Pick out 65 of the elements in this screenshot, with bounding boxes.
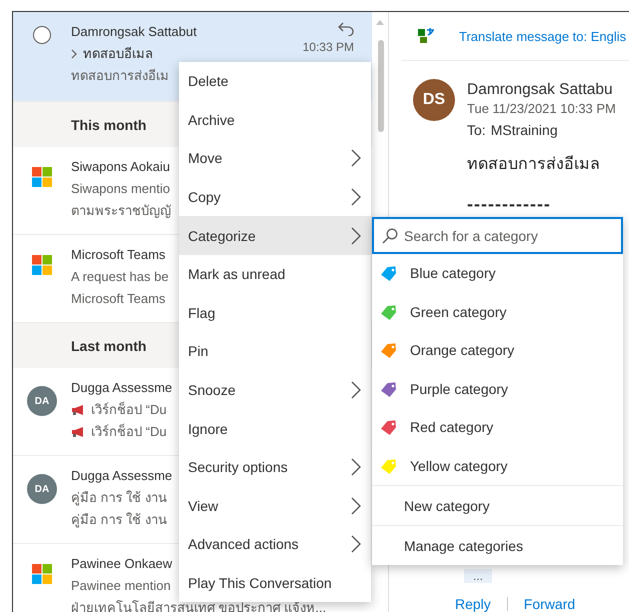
more-button[interactable]: ...	[464, 569, 492, 583]
sender-name: Pawinee Onkaew	[71, 555, 172, 573]
chevron-right-icon	[71, 48, 77, 58]
sender-name: Damrongsak Sattabut	[71, 23, 197, 41]
message-preview: Microsoft Teams	[71, 290, 166, 308]
sender-name: Microsoft Teams	[71, 246, 166, 264]
windows-logo-icon	[32, 255, 52, 275]
sender-name: Damrongsak Sattabu	[467, 80, 614, 100]
search-input[interactable]: Search for a category	[404, 228, 604, 244]
message-preview: เวิร์กช็อป “Du	[91, 422, 167, 441]
menu-item[interactable]: Copy	[179, 178, 371, 216]
menu-item[interactable]: Advanced actions	[179, 525, 371, 564]
message-preview: ทดสอบการส่งอีเม	[71, 67, 169, 85]
category-item[interactable]: Purple category	[372, 370, 623, 408]
menu-item[interactable]: New category	[372, 485, 623, 525]
category-name: Blue category	[410, 265, 496, 282]
windows-logo-icon	[32, 167, 52, 187]
menu-item[interactable]: View	[179, 486, 371, 526]
message-body: ทดสอบการส่งอีเมล	[467, 154, 601, 175]
category-name: Purple category	[410, 380, 508, 397]
menu-item[interactable]: Categorize	[179, 216, 371, 255]
menu-item[interactable]: Archive	[179, 100, 371, 140]
category-item[interactable]: Yellow category	[372, 446, 623, 485]
menu-item[interactable]: Manage categories	[372, 525, 623, 565]
sender-name: Dugga Assessme	[71, 467, 172, 485]
windows-logo-icon	[32, 564, 52, 584]
message-body: ------------	[467, 194, 552, 215]
menu-item[interactable]: Security options	[179, 448, 371, 487]
message-preview: เวิร์กช็อป “Du	[91, 400, 167, 419]
category-item[interactable]: Orange category	[372, 331, 623, 370]
menu-item[interactable]: Ignore	[179, 409, 371, 448]
category-item[interactable]: Blue category	[372, 254, 623, 292]
message-time: 10:33 PM	[302, 40, 354, 54]
category-name: Green category	[410, 304, 506, 320]
sender-avatar: DA	[27, 386, 57, 416]
message-preview: คู่มือ การ ใช้ งาน	[71, 489, 167, 507]
category-search-field[interactable]: Search for a category	[372, 217, 623, 254]
menu-item[interactable]: Mark as unread	[179, 254, 371, 294]
subject: ทดสอบอีเมล	[83, 45, 153, 63]
message-preview: ตามพระราชบัญญั	[71, 202, 171, 220]
search-icon	[382, 228, 398, 244]
category-item[interactable]: Green category	[372, 292, 623, 331]
menu-item[interactable]: Delete	[179, 62, 371, 101]
category-name: Orange category	[410, 342, 514, 358]
message-preview: Siwapons mentio	[71, 180, 170, 198]
sender-avatar: DS	[413, 79, 455, 121]
message-preview: A request has be	[71, 268, 169, 286]
select-radio[interactable]	[33, 26, 51, 44]
action-link[interactable]: Reply	[455, 597, 508, 611]
sender-name: Dugga Assessme	[71, 379, 172, 397]
category-name: Red category	[410, 419, 494, 436]
message-preview: Pawinee mention	[71, 577, 171, 595]
category-name: Yellow category	[410, 458, 508, 474]
menu-item[interactable]: Pin	[179, 332, 371, 371]
translate-link[interactable]: Translate message to: Englis	[459, 28, 626, 44]
message-date: Tue 11/23/2021 10:33 PM	[467, 101, 616, 116]
menu-item[interactable]: Snooze	[179, 370, 371, 410]
to-label: To:	[467, 122, 486, 138]
sender-name: Siwapons Aokaiu	[71, 158, 170, 176]
message-preview: คู่มือ การ ใช้ งาน	[71, 511, 167, 529]
action-link[interactable]: Forward	[524, 597, 592, 611]
sender-avatar: DA	[27, 474, 57, 504]
recipient: MStraining	[490, 122, 558, 138]
translate-icon[interactable]	[417, 27, 435, 45]
category-item[interactable]: Red category	[372, 408, 623, 446]
